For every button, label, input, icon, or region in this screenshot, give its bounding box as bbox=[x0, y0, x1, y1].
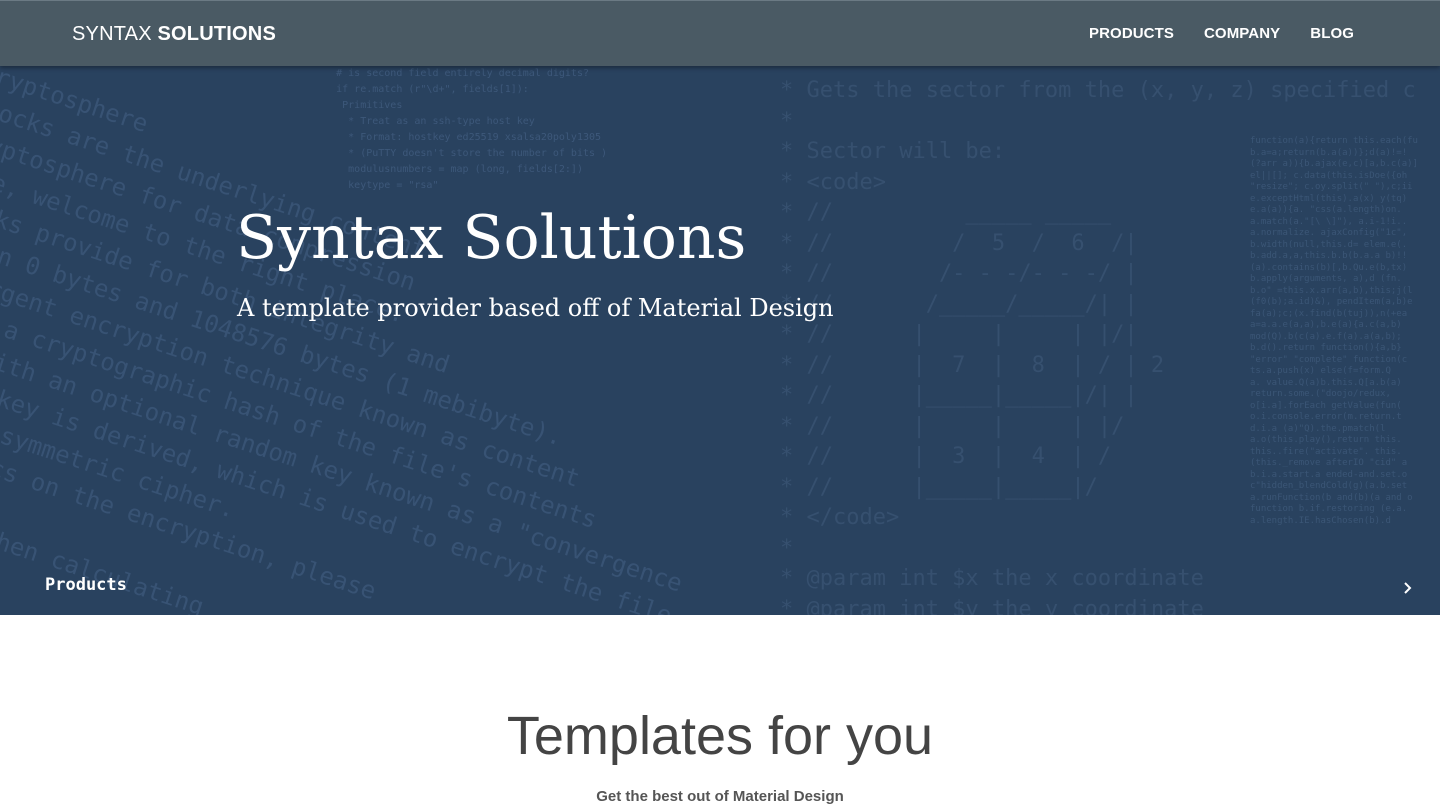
nav-link-products[interactable]: PRODUCTS bbox=[1089, 25, 1174, 42]
chevron-right-icon-glyph bbox=[1404, 582, 1412, 594]
section-title: Templates for you bbox=[506, 706, 934, 766]
hero-subtitle: A template provider based off of Materia… bbox=[237, 294, 834, 322]
products-link[interactable]: Products bbox=[45, 575, 127, 595]
app-bar: SYNTAX SOLUTIONS PRODUCTS COMPANY BLOG bbox=[0, 0, 1440, 66]
decorative-code-minified: function(a){return this.each(fu b.a=a;re… bbox=[1250, 136, 1418, 526]
chevron-right-icon[interactable] bbox=[1400, 578, 1416, 598]
decorative-code-small: # is second field entirely decimal digit… bbox=[336, 68, 608, 191]
main-nav: PRODUCTS COMPANY BLOG bbox=[1089, 25, 1354, 42]
hero-title: Syntax Solutions bbox=[236, 203, 747, 273]
brand-logo[interactable]: SYNTAX SOLUTIONS bbox=[72, 23, 276, 46]
section-subtitle: Get the best out of Material Design bbox=[596, 788, 844, 805]
nav-link-blog[interactable]: BLOG bbox=[1310, 25, 1354, 42]
decorative-code-background: # Cryptosphere # Blocks are the underlyi… bbox=[0, 66, 686, 615]
decorative-code-diagram: * Gets the sector from the (x, y, z) spe… bbox=[780, 78, 1416, 615]
hero-banner: # Cryptosphere # Blocks are the underlyi… bbox=[0, 66, 1440, 615]
brand-bold-text: SOLUTIONS bbox=[157, 23, 276, 45]
nav-link-company[interactable]: COMPANY bbox=[1204, 25, 1280, 42]
brand-light-text: SYNTAX bbox=[72, 23, 152, 45]
